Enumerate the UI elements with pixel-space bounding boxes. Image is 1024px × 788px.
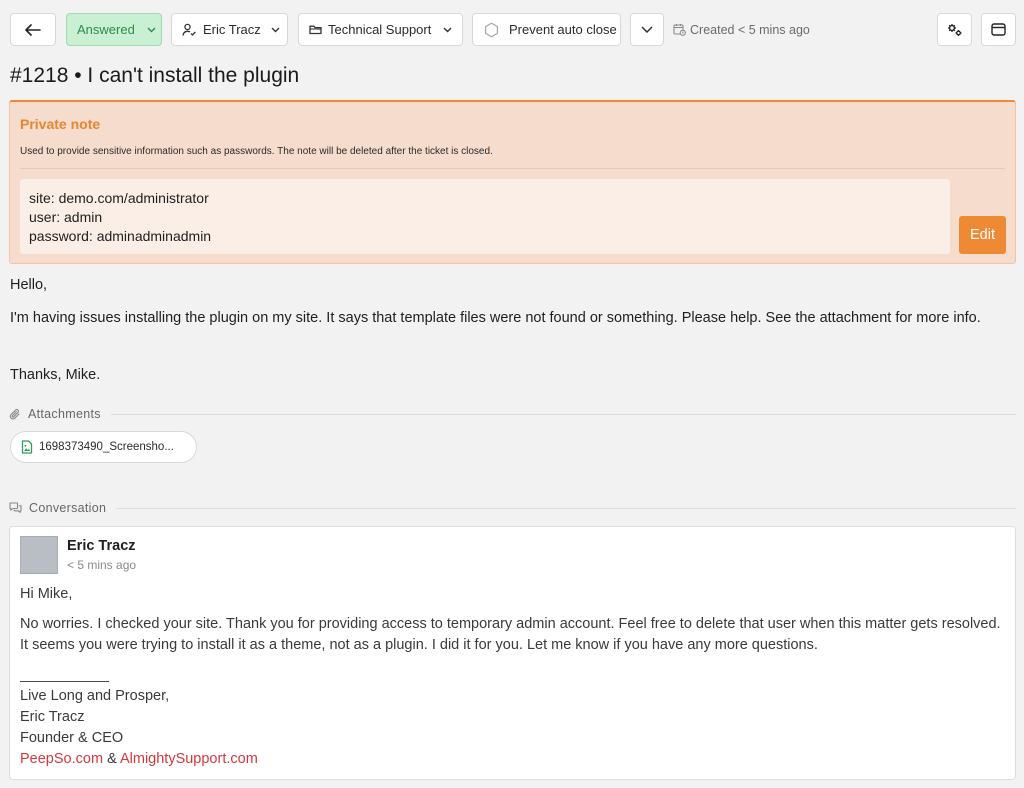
department-dropdown[interactable]: Technical Support (298, 13, 463, 46)
toggle-panel-button[interactable] (981, 13, 1016, 46)
chevron-down-icon (443, 27, 452, 32)
conversation-heading: Conversation (9, 500, 1016, 516)
almightysupport-link[interactable]: AlmightySupport.com (120, 751, 258, 767)
status-dropdown[interactable]: Answered (66, 13, 162, 46)
ampersand: & (107, 751, 117, 767)
panel-icon (991, 23, 1006, 36)
divider (110, 413, 1016, 415)
peepso-link[interactable]: PeepSo.com (20, 751, 103, 767)
message-paragraph: I'm having issues installing the plugin … (10, 310, 981, 326)
edit-note-button[interactable]: Edit (959, 216, 1006, 254)
attachment-name: 1698373490_Screensho... (39, 441, 174, 453)
created-label: Created < 5 mins ago (690, 22, 810, 37)
image-file-icon (21, 440, 33, 454)
private-note-title: Private note (20, 116, 101, 132)
chevron-down-icon (271, 27, 280, 32)
private-note-line: site: demo.com/administrator (29, 190, 209, 206)
prevent-auto-close-label: Prevent auto close (509, 22, 617, 37)
private-note: Private note Used to provide sensitive i… (9, 100, 1016, 264)
created-info: Created < 5 mins ago (673, 13, 810, 46)
private-note-line: password: adminadminadmin (29, 228, 212, 244)
agent-dropdown[interactable]: Eric Tracz (171, 13, 288, 46)
reply-greeting: Hi Mike, (20, 586, 73, 602)
hexagon-icon (484, 21, 499, 38)
paperclip-icon (9, 408, 20, 419)
arrow-left-icon (25, 23, 41, 36)
signature-line: Eric Tracz (20, 709, 85, 725)
reply-time: < 5 mins ago (67, 558, 137, 572)
avatar (20, 536, 58, 574)
gears-icon (947, 23, 961, 36)
calendar-clock-icon (673, 24, 686, 36)
signature-line: Founder & CEO (20, 730, 124, 746)
message-paragraph: Thanks, Mike. (10, 367, 101, 383)
user-assign-icon (182, 23, 196, 36)
private-note-content: site: demo.com/administrator user: admin… (20, 179, 950, 254)
signature-line: Live Long and Prosper, (20, 688, 170, 704)
status-label: Answered (77, 22, 135, 37)
attachments-heading: Attachments (9, 406, 1016, 422)
prevent-auto-close-toggle[interactable]: Prevent auto close (472, 13, 621, 46)
conversation-label: Conversation (29, 501, 107, 515)
settings-button[interactable] (937, 13, 972, 46)
reply-body: No worries. I checked your site. Thank y… (20, 616, 1001, 653)
chevron-down-icon (641, 26, 653, 33)
signature-divider (20, 681, 109, 682)
divider (20, 168, 1005, 169)
attachment-chip[interactable]: 1698373490_Screensho... (10, 431, 197, 463)
attachments-label: Attachments (28, 407, 101, 421)
department-label: Technical Support (328, 22, 432, 37)
private-note-line: user: admin (29, 209, 103, 225)
conversation-reply: Eric Tracz < 5 mins ago Hi Mike, No worr… (9, 526, 1016, 780)
reply-author: Eric Tracz (67, 538, 136, 554)
chevron-down-icon (147, 27, 156, 32)
message-paragraph: Hello, (10, 277, 48, 293)
ticket-toolbar: Answered Eric Tracz Technical Support Pr… (10, 13, 1016, 46)
divider (116, 507, 1016, 509)
agent-label: Eric Tracz (203, 22, 261, 37)
back-button[interactable] (10, 13, 56, 46)
chat-icon (9, 502, 22, 513)
more-options-button[interactable] (630, 13, 664, 46)
ticket-title: #1218 • I can't install the plugin (10, 64, 300, 87)
private-note-description: Used to provide sensitive information su… (20, 146, 493, 157)
folder-icon (309, 25, 322, 35)
signature-links: PeepSo.com & AlmightySupport.com (20, 749, 258, 770)
